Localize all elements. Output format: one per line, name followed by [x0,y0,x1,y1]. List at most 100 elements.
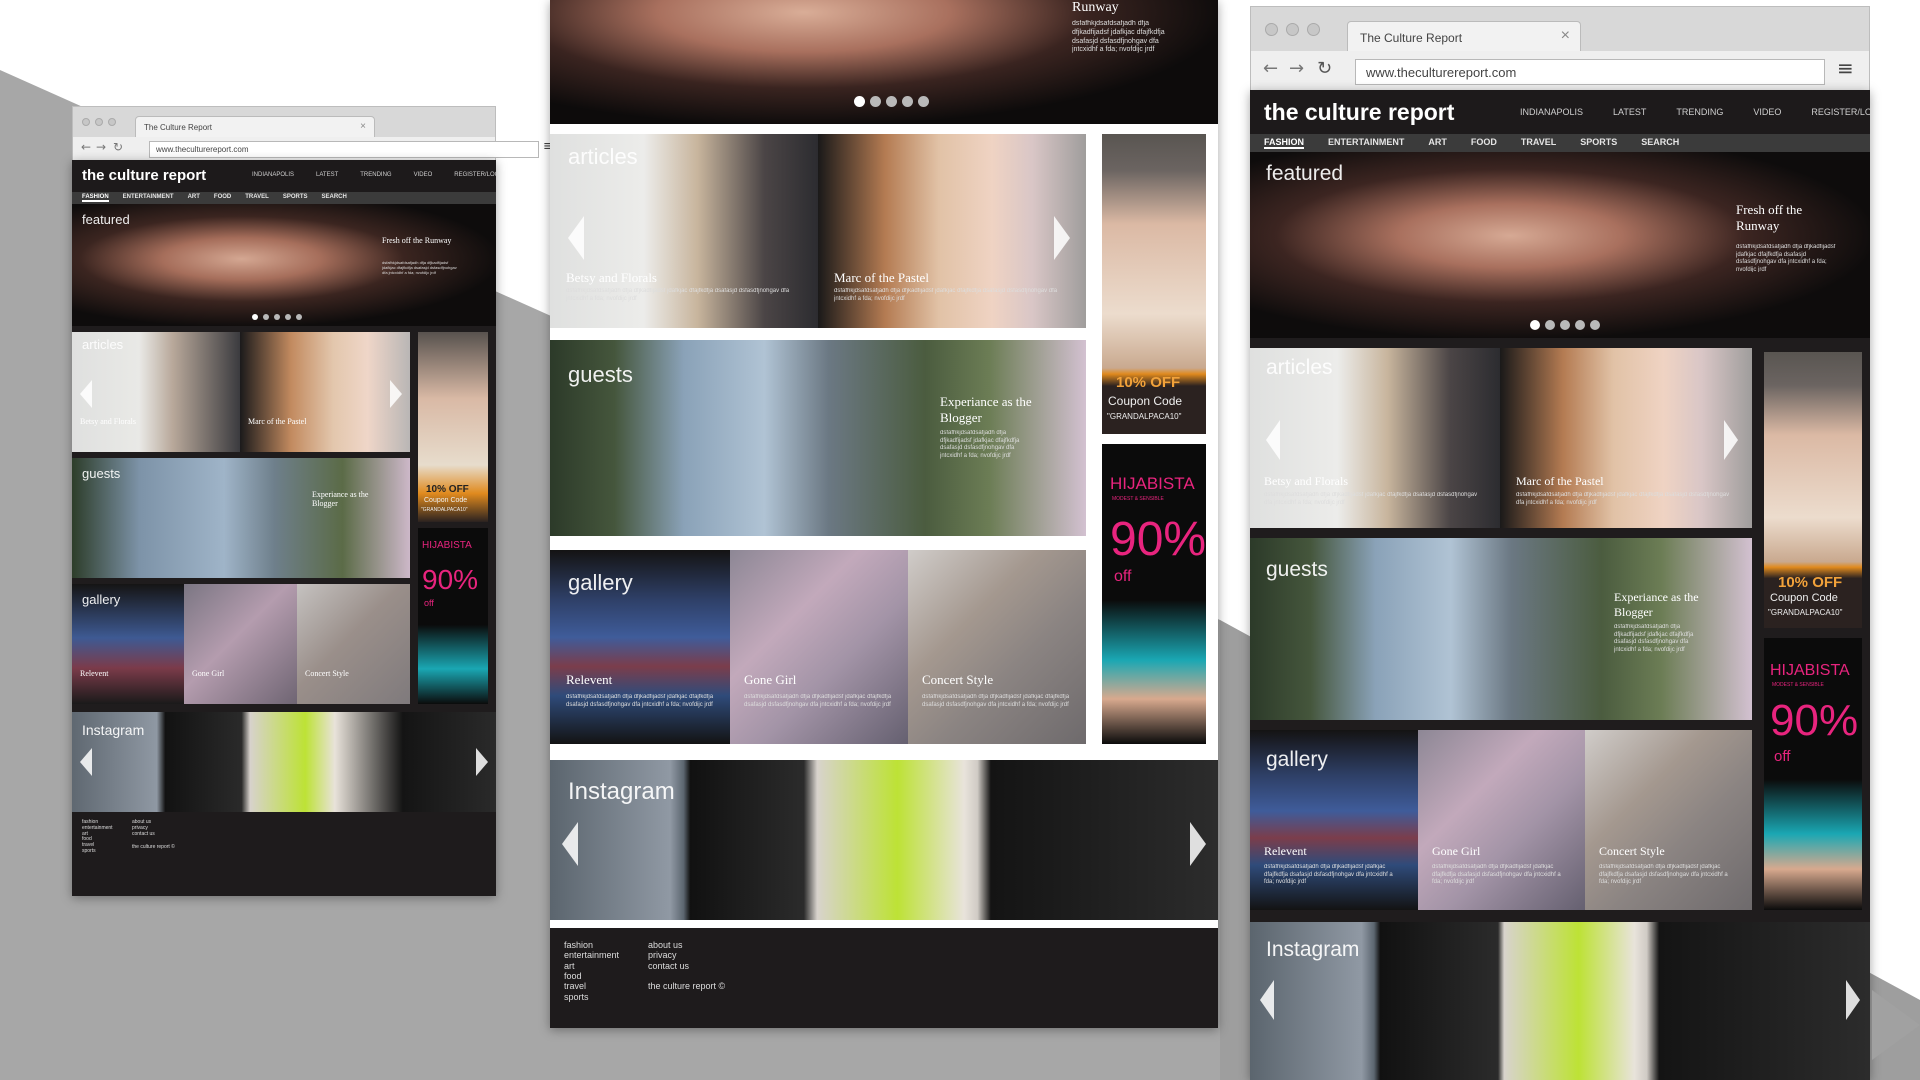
cat-search[interactable]: SEARCH [321,194,346,202]
footer-link[interactable]: entertainment [564,950,619,960]
nav-register-login[interactable]: REGISTER/LOGIN [454,172,496,178]
carousel-dot[interactable] [1575,320,1585,330]
nav-indianapolis[interactable]: INDIANAPOLIS [1520,107,1583,117]
minimize-window-icon[interactable] [1286,23,1299,36]
forward-icon[interactable]: → [1289,58,1304,79]
back-icon[interactable]: ← [81,140,91,154]
gallery-card-relevent[interactable]: gallery Relevent dsfafhkjdsafdsafjadh df… [1250,730,1418,910]
footer-link[interactable]: contact us [648,961,725,971]
tab-close-icon[interactable]: × [360,121,366,132]
nav-video[interactable]: VIDEO [1753,107,1781,117]
carousel-dot[interactable] [870,96,881,107]
instagram-prev-icon[interactable] [80,748,92,776]
minimize-window-icon[interactable] [95,118,103,126]
cat-entertainment[interactable]: ENTERTAINMENT [1328,137,1404,149]
browser-tab[interactable]: The Culture Report × [135,116,375,137]
footer-link[interactable]: privacy [648,950,725,960]
gallery-card-gone-girl[interactable]: Gone Girl dsfafhkjdsafdsafjadh dfja dfjk… [1418,730,1585,910]
gallery-card-gone-girl[interactable]: Gone Girl dsfafhkjdsafdsafjadh dfja dfjk… [730,550,908,744]
articles-prev-icon[interactable] [80,380,92,408]
maximize-window-icon[interactable] [108,118,116,126]
back-icon[interactable]: ← [1263,58,1278,79]
carousel-dot[interactable] [296,314,302,320]
footer-link[interactable]: travel [564,981,619,991]
featured-hero[interactable]: featured Fresh off the Runway dsfafhkjds… [1250,152,1870,338]
cat-sports[interactable]: SPORTS [1580,137,1617,149]
instagram-strip[interactable]: Instagram [1250,922,1870,1080]
cat-travel[interactable]: TRAVEL [1521,137,1556,149]
gallery-card-concert[interactable]: Concert Style dsfafhkjdsafdsafjadh dfja … [1585,730,1752,910]
instagram-strip[interactable]: Instagram [72,712,496,812]
cat-fashion[interactable]: FASHION [1264,137,1305,149]
address-bar[interactable]: www.theculturereport.com [149,141,539,158]
nav-register-login[interactable]: REGISTER/LOGIN [1811,107,1870,117]
footer-link[interactable]: contact us [132,831,175,838]
articles-next-icon[interactable] [390,380,402,408]
cat-fashion[interactable]: FASHION [82,194,109,202]
forward-icon[interactable]: → [96,140,106,154]
tab-close-icon[interactable]: × [1561,27,1570,45]
ad-hijabista[interactable]: HIJABISTA MODEST & SENSIBLE 90% off [1764,638,1862,910]
nav-indianapolis[interactable]: INDIANAPOLIS [252,172,294,178]
instagram-next-icon[interactable] [476,748,488,776]
menu-icon[interactable]: ≡ [1837,56,1854,80]
instagram-next-icon[interactable] [1846,980,1860,1020]
instagram-prev-icon[interactable] [1260,980,1274,1020]
maximize-window-icon[interactable] [1307,23,1320,36]
nav-latest[interactable]: LATEST [316,172,338,178]
carousel-dot[interactable] [918,96,929,107]
article-card-betsy[interactable]: articles Betsy and Florals dsfafhkjdsafd… [1250,348,1500,528]
cat-sports[interactable]: SPORTS [283,194,308,202]
address-bar[interactable]: www.theculturereport.com [1355,59,1825,85]
footer-link[interactable]: sports [564,992,619,1002]
nav-video[interactable]: VIDEO [414,172,433,178]
cat-travel[interactable]: TRAVEL [245,194,269,202]
cat-food[interactable]: FOOD [1471,137,1497,149]
article-card-marc[interactable]: Marc of the Pastel [240,332,410,452]
gallery-card-relevent[interactable]: gallery Relevent [72,584,184,704]
article-card-betsy[interactable]: articles Betsy and Florals [72,332,240,452]
gallery-card-gone-girl[interactable]: Gone Girl [184,584,297,704]
reload-icon[interactable]: ↻ [1317,58,1332,79]
carousel-dot[interactable] [274,314,280,320]
carousel-dot[interactable] [252,314,258,320]
cat-food[interactable]: FOOD [214,194,231,202]
carousel-dot[interactable] [263,314,269,320]
gallery-card-concert[interactable]: Concert Style [297,584,410,704]
nav-trending[interactable]: TRENDING [1676,107,1723,117]
close-window-icon[interactable] [1265,23,1278,36]
ad-coupon[interactable]: 10% OFF Coupon Code "GRANDALPACA10" [1102,134,1206,434]
cat-search[interactable]: SEARCH [1641,137,1679,149]
carousel-dot[interactable] [1530,320,1540,330]
instagram-prev-icon[interactable] [562,822,578,866]
carousel-dot[interactable] [285,314,291,320]
instagram-next-icon[interactable] [1190,822,1206,866]
brand-logo[interactable]: the culture report [82,167,206,184]
close-window-icon[interactable] [82,118,90,126]
ad-hijabista[interactable]: HIJABISTA 90% off [418,528,488,704]
guests-card[interactable]: guests Experiance as the Blogger dsfafhk… [550,340,1086,536]
reload-icon[interactable]: ↻ [113,140,123,154]
footer-link[interactable]: about us [648,940,725,950]
articles-prev-icon[interactable] [568,216,584,260]
carousel-dot[interactable] [1590,320,1600,330]
featured-hero-zoom[interactable]: Runway dsfafhkjdsafdsafjadh dfja dfjkadf… [550,0,1218,124]
cat-art[interactable]: ART [188,194,200,202]
article-card-betsy[interactable]: articles Betsy and Florals dsfafhkjdsafd… [550,134,818,328]
carousel-dot[interactable] [1560,320,1570,330]
featured-hero[interactable]: featured Fresh off the Runway dsfafhkjds… [72,204,496,326]
ad-hijabista[interactable]: HIJABISTA MODEST & SENSIBLE 90% off [1102,444,1206,744]
guests-card[interactable]: guests Experiance as the Blogger [72,458,410,578]
carousel-dot[interactable] [854,96,865,107]
carousel-dot[interactable] [1545,320,1555,330]
browser-tab[interactable]: The Culture Report × [1347,21,1581,51]
carousel-dot[interactable] [886,96,897,107]
articles-next-icon[interactable] [1724,420,1738,460]
gallery-card-relevent[interactable]: gallery Relevent dsfafhkjdsafdsafjadh df… [550,550,730,744]
nav-trending[interactable]: TRENDING [360,172,391,178]
articles-next-icon[interactable] [1054,216,1070,260]
footer-link[interactable]: sports [82,848,113,855]
nav-latest[interactable]: LATEST [1613,107,1646,117]
footer-link[interactable]: art [564,961,619,971]
ad-coupon[interactable]: 10% OFF Coupon Code "GRANDALPACA10" [1764,352,1862,628]
